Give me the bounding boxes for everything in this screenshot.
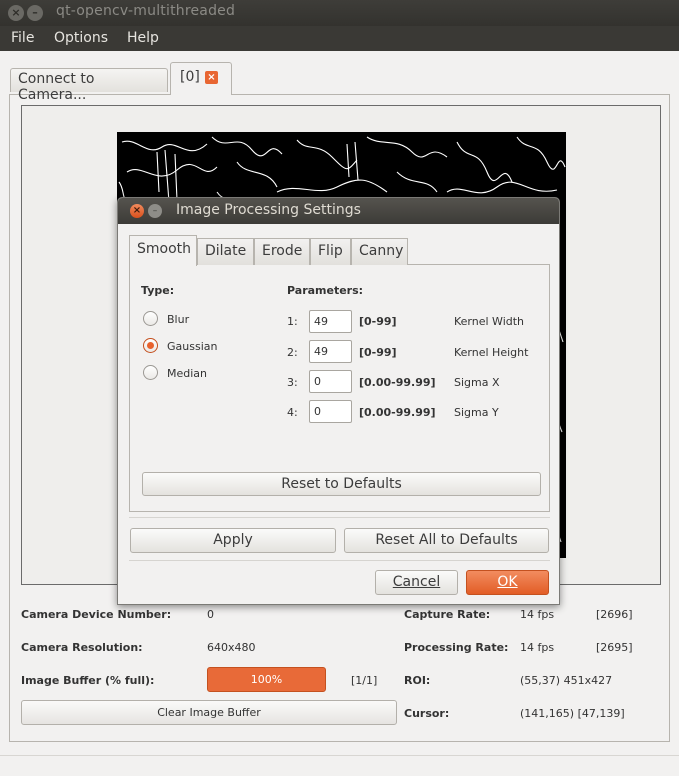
ok-button[interactable]: OK <box>466 570 549 595</box>
kernel-width-input[interactable]: 49 <box>309 310 352 333</box>
image-buffer-count: [1/1] <box>351 674 378 687</box>
window-close-icon[interactable]: × <box>8 5 24 21</box>
param-2-index: 2: <box>287 346 298 359</box>
camera-resolution-value: 640x480 <box>207 641 256 654</box>
roi-value: (55,37) 451x427 <box>520 674 613 687</box>
camera-device-number-value: 0 <box>207 608 214 621</box>
window-minimize-icon[interactable]: – <box>27 5 43 21</box>
param-3-range: [0.00-99.99] <box>359 376 436 389</box>
kernel-height-input[interactable]: 49 <box>309 340 352 363</box>
param-2-name: Kernel Height <box>454 346 529 359</box>
param-4-range: [0.00-99.99] <box>359 406 436 419</box>
roi-label: ROI: <box>404 674 431 687</box>
sigma-x-input[interactable]: 0 <box>309 370 352 393</box>
dialog-close-icon[interactable]: × <box>130 204 144 218</box>
radio-gaussian-label[interactable]: Gaussian <box>167 340 217 353</box>
param-3-index: 3: <box>287 376 298 389</box>
tab-smooth[interactable]: Smooth <box>129 235 197 266</box>
sigma-y-input[interactable]: 0 <box>309 400 352 423</box>
param-3-name: Sigma X <box>454 376 500 389</box>
dialog-separator-bottom <box>129 560 550 561</box>
radio-gaussian[interactable] <box>143 338 158 353</box>
radio-blur-label[interactable]: Blur <box>167 313 189 326</box>
dialog-title: Image Processing Settings <box>176 202 361 218</box>
dialog-separator <box>129 517 550 518</box>
radio-median-label[interactable]: Median <box>167 367 207 380</box>
camera-device-number-label: Camera Device Number: <box>21 608 172 621</box>
menu-file[interactable]: File <box>11 30 34 46</box>
tab-erode[interactable]: Erode <box>254 238 310 265</box>
tab-connect-to-camera[interactable]: Connect to Camera... <box>10 68 168 103</box>
tab-dilate[interactable]: Dilate <box>197 238 254 265</box>
cancel-button[interactable]: Cancel <box>375 570 458 595</box>
param-2-range: [0-99] <box>359 346 397 359</box>
status-bar <box>0 755 679 756</box>
tab-flip[interactable]: Flip <box>310 238 351 265</box>
apply-button[interactable]: Apply <box>130 528 336 553</box>
tab-close-icon[interactable]: × <box>205 71 218 84</box>
camera-resolution-label: Camera Resolution: <box>21 641 143 654</box>
radio-median[interactable] <box>143 365 158 380</box>
dialog-minimize-icon[interactable]: – <box>148 204 162 218</box>
clear-image-buffer-button[interactable]: Clear Image Buffer <box>21 700 397 725</box>
cursor-value: (141,165) [47,139] <box>520 707 625 720</box>
reset-to-defaults-button[interactable]: Reset to Defaults <box>142 472 541 496</box>
window-title: qt-opencv-multithreaded <box>56 3 236 19</box>
processing-rate-value: 14 fps <box>520 641 555 654</box>
param-4-name: Sigma Y <box>454 406 499 419</box>
param-1-range: [0-99] <box>359 315 397 328</box>
param-1-index: 1: <box>287 315 298 328</box>
cursor-label: Cursor: <box>404 707 450 720</box>
processing-rate-label: Processing Rate: <box>404 641 509 654</box>
menu-help[interactable]: Help <box>127 30 159 46</box>
parameters-heading: Parameters: <box>287 284 364 297</box>
capture-rate-count: [2696] <box>596 608 633 621</box>
type-heading: Type: <box>141 284 175 297</box>
reset-all-to-defaults-button[interactable]: Reset All to Defaults <box>344 528 549 553</box>
image-buffer-progress: 100% <box>207 667 326 692</box>
capture-rate-label: Capture Rate: <box>404 608 491 621</box>
param-4-index: 4: <box>287 406 298 419</box>
menu-options[interactable]: Options <box>54 30 108 46</box>
tab-camera-0-label: [0] <box>180 69 200 85</box>
radio-blur[interactable] <box>143 311 158 326</box>
capture-rate-value: 14 fps <box>520 608 555 621</box>
param-1-name: Kernel Width <box>454 315 525 328</box>
tab-canny[interactable]: Canny <box>351 238 408 265</box>
image-buffer-label: Image Buffer (% full): <box>21 674 155 687</box>
processing-rate-count: [2695] <box>596 641 633 654</box>
